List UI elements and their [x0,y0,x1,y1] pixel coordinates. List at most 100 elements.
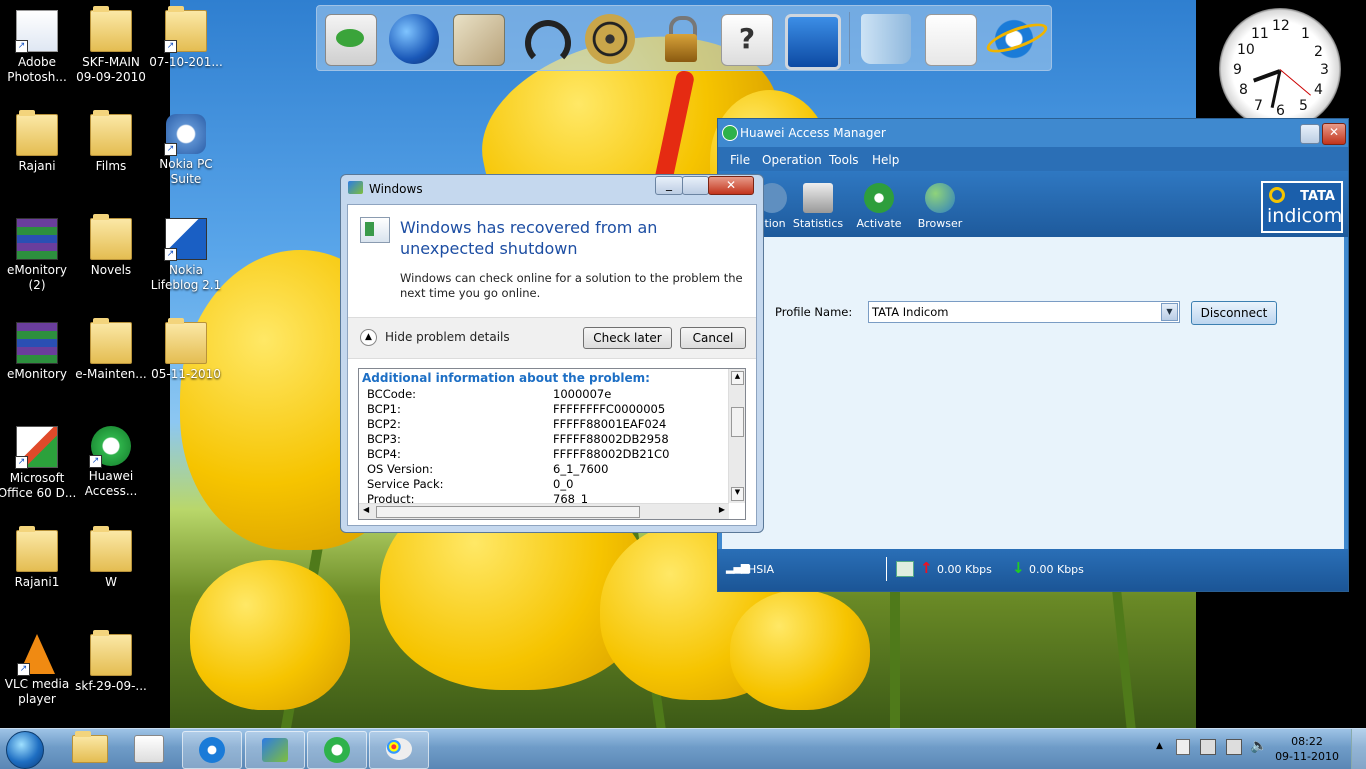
volume-icon[interactable]: 🔈 [1250,738,1267,754]
desktop-icon-huawei-access[interactable]: ↗ Huawei Access... [71,426,151,499]
desktop-icon-novels[interactable]: Novels [71,214,151,278]
minimize-button[interactable] [1300,124,1320,144]
clock-gadget[interactable]: 12 1 2 3 4 5 6 7 8 9 10 11 [1219,8,1341,130]
chevron-down-icon[interactable]: ▼ [1161,303,1178,321]
problem-details[interactable]: Additional information about the problem… [358,368,746,520]
desktop-icon-skf-29-09[interactable]: skf-29-09-... [71,630,151,694]
profile-select[interactable]: TATA Indicom ▼ [868,301,1180,323]
toolbar-label: Activate [856,217,902,230]
detail-row: BCP2: FFFFF88001EAF024 [367,417,666,431]
horizontal-scrollbar[interactable]: ◀ ▶ [359,503,729,519]
dialog-message: Windows can check online for a solution … [400,271,743,300]
hide-details-link[interactable]: Hide problem details [385,330,510,344]
notepad-icon[interactable] [925,14,977,66]
taskbar: ▲ 🔈 08:22 09-11-2010 [0,728,1366,769]
detail-key: BCP3: [367,432,401,446]
globe-icon[interactable] [389,14,439,64]
dock-separator [849,12,850,64]
desktop-icon-emonitory-2[interactable]: eMonitory (2) [0,218,77,293]
scroll-left-icon[interactable]: ◀ [363,505,369,514]
menu-help[interactable]: Help [872,153,899,167]
film-reel-icon[interactable] [585,14,635,64]
desktop-icon-emonitory[interactable]: eMonitory [0,322,77,382]
desktop-icon-rajani1[interactable]: Rajani1 [0,526,77,590]
close-button[interactable]: ✕ [708,176,754,195]
internet-explorer-icon[interactable] [983,14,1051,64]
detail-key: Service Pack: [367,477,444,491]
menu-tools[interactable]: Tools [829,153,859,167]
taskbar-internet-explorer[interactable] [182,731,242,769]
photoshop-icon: ↗ [15,10,58,53]
desktop-icon-nokia-pc-suite[interactable]: ↗ Nokia PC Suite [146,114,226,187]
tray-expand-icon[interactable]: ▲ [1156,741,1163,751]
clock-numeral: 12 [1272,18,1290,34]
desktop-icon-microsoft-office[interactable]: ↗ Microsoft Office 60 D... [0,426,77,501]
check-later-button[interactable]: Check later [583,327,672,349]
detail-row: Service Pack: 0_0 [367,477,573,491]
help-icon[interactable]: ? [721,14,773,66]
scroll-down-icon[interactable]: ▼ [731,487,744,501]
desktop-icon-rajani[interactable]: Rajani [0,110,77,174]
toolbar-statistics[interactable]: Statistics [788,175,848,230]
minimize-button[interactable]: _ [655,176,683,195]
desktop-icon-label: Microsoft Office 60 D... [0,471,77,500]
upload-arrow-icon: ↑ [920,559,933,577]
explorer-icon[interactable] [72,731,108,763]
desktop-icon-nokia-lifeblog[interactable]: ↗ Nokia Lifeblog 2.1 [146,218,226,293]
monitor-icon[interactable] [785,14,841,70]
scroll-right-icon[interactable]: ▶ [719,505,725,514]
signal-icon: ▂▄▆ [726,561,749,574]
desktop-icon-adobe-photoshop[interactable]: ↗ Adobe Photosh... [0,10,77,85]
headphones-icon[interactable] [519,14,571,66]
flag-icon[interactable] [1176,739,1190,755]
desktop-icon-label: Nokia PC Suite [159,157,213,186]
maximize-button[interactable] [682,176,709,195]
taskbar-paint[interactable] [369,731,429,769]
menu-operation[interactable]: Operation [762,153,822,167]
disconnect-label: Disconnect [1200,306,1268,320]
detail-key: OS Version: [367,462,434,476]
cancel-button[interactable]: Cancel [680,327,746,349]
profile-label: Profile Name: [775,305,853,319]
desktop-icon-e-maintenance[interactable]: e-Mainten... [71,318,151,382]
close-button[interactable]: ✕ [1322,123,1346,145]
vertical-scrollbar[interactable]: ▲ ▼ [728,369,745,503]
details-header: Additional information about the problem… [362,371,650,385]
upload-speed: 0.00 Kbps [937,563,992,576]
chevron-up-icon[interactable]: ▲ [360,329,377,346]
clock-numeral: 3 [1320,62,1329,78]
desktop-icon-05-11-2010[interactable]: 05-11-2010 [146,318,226,382]
desktop-icon-skf-main[interactable]: SKF-MAIN 09-09-2010 [71,6,151,85]
recycle-bin-icon[interactable] [861,14,911,64]
media-player-icon[interactable] [134,735,164,763]
scroll-up-icon[interactable]: ▲ [731,371,744,385]
disconnect-button[interactable]: Disconnect [1191,301,1277,325]
mail-icon[interactable] [325,14,377,66]
desktop-icon-07-10[interactable]: ↗ 07-10-201... [146,6,226,70]
tray-clock[interactable]: 08:22 09-11-2010 [1275,734,1339,764]
download-speed: 0.00 Kbps [1029,563,1084,576]
tulip-petal [190,560,350,710]
windows-dialog-icon [348,181,363,194]
taskbar-huawei[interactable] [307,731,367,769]
device-tray-icon[interactable] [1226,739,1242,755]
desktop-icon-w[interactable]: W [71,526,151,590]
show-desktop-button[interactable] [1351,729,1366,769]
document-icon [360,217,390,243]
photos-icon[interactable] [453,14,505,66]
dialog-body: Windows has recovered from an unexpected… [347,204,757,526]
horizontal-scroll-thumb[interactable] [376,506,640,518]
desktop-icon-label: Rajani [18,159,56,173]
download-arrow-icon: ↓ [1012,559,1025,577]
toolbar-browser[interactable]: Browser [910,175,970,230]
toolbar-activate[interactable]: Activate [849,175,909,230]
network-tray-icon[interactable] [1200,739,1216,755]
lock-icon[interactable] [657,14,707,64]
start-button[interactable] [6,731,44,769]
scroll-thumb[interactable] [731,407,744,437]
desktop-icon-vlc[interactable]: ↗ VLC media player [0,634,77,707]
taskbar-windows-dialog[interactable] [245,731,305,769]
network-icon [896,561,914,577]
menu-file[interactable]: File [730,153,750,167]
desktop-icon-films[interactable]: Films [71,110,151,174]
